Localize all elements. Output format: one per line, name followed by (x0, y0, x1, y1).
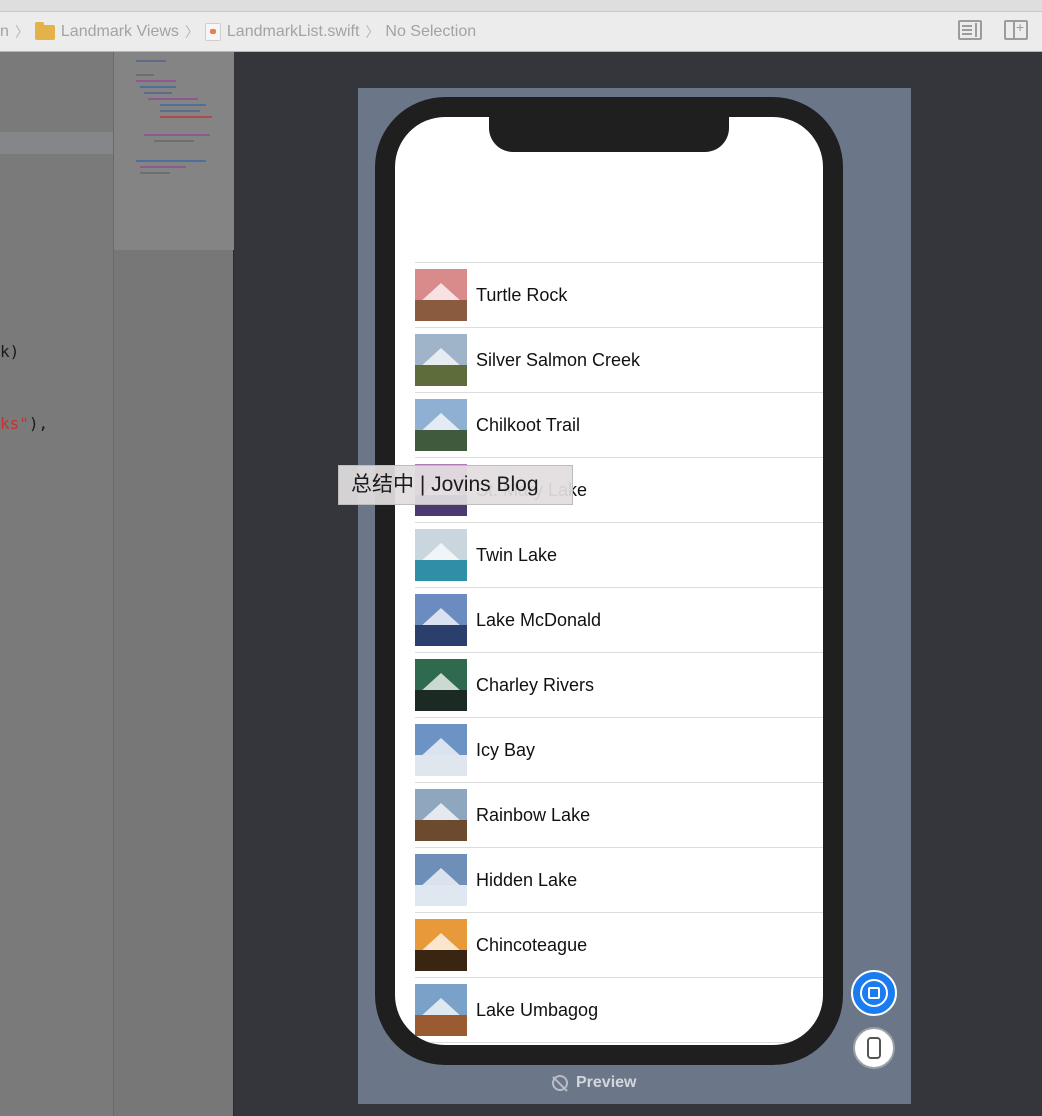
landmark-name: Turtle Rock (476, 285, 568, 305)
landmark-list[interactable]: Turtle Rock Silver Salmon Creek Chilkoot T… (415, 262, 823, 1043)
breadcrumb-item-file[interactable]: LandmarkList.swift (204, 23, 360, 41)
list-item[interactable]: Rainbow Lake (415, 782, 823, 847)
landmark-name: Chilkoot Trail (476, 415, 581, 435)
landmark-name: Lake McDonald (476, 610, 602, 630)
code-editor[interactable]: k) ks"), (0, 52, 113, 1116)
preview-on-device-button[interactable] (853, 1027, 895, 1069)
code-string: ks" (0, 414, 29, 433)
landmark-name: Twin Lake (476, 545, 558, 565)
landmark-thumbnail (415, 789, 467, 841)
landmark-name: Icy Bay (476, 740, 536, 760)
landmark-thumbnail (415, 334, 467, 386)
current-line-highlight (0, 132, 113, 154)
minimap[interactable] (113, 52, 234, 1116)
preview-paused-icon (552, 1075, 568, 1091)
breadcrumb-label: LandmarkList.swift (226, 23, 360, 40)
tooltip: 总结中 | Jovins Blog (338, 465, 573, 505)
iphone-screen[interactable]: Turtle Rock Silver Salmon Creek Chilkoot T… (395, 117, 823, 1045)
list-item[interactable]: Twin Lake (415, 522, 823, 587)
swift-file-icon (204, 23, 221, 41)
landmark-name: Lake Umbagog (476, 1000, 599, 1020)
code-text: ), (28, 414, 49, 433)
live-preview-icon (860, 979, 888, 1007)
code-line: k) (0, 342, 19, 361)
jump-bar: n 〉 Landmark Views 〉 LandmarkList.swift … (0, 0, 1042, 52)
code-text: k) (0, 342, 20, 361)
folder-icon (34, 21, 55, 40)
landmark-name: Rainbow Lake (476, 805, 591, 825)
device-icon (867, 1037, 881, 1059)
landmark-name: Hidden Lake (476, 870, 578, 890)
list-item[interactable]: Turtle Rock (415, 262, 823, 327)
preview-status: Preview (552, 1074, 636, 1092)
landmark-name: Silver Salmon Creek (476, 350, 641, 370)
chevron-right-icon: 〉 (184, 24, 199, 40)
preview-label: Preview (576, 1074, 637, 1091)
breadcrumb-item-selection[interactable]: No Selection (385, 23, 476, 41)
live-preview-button[interactable] (851, 970, 897, 1016)
list-item[interactable]: Silver Salmon Creek (415, 327, 823, 392)
chevron-right-icon: 〉 (365, 24, 380, 40)
list-item[interactable]: Chincoteague (415, 912, 823, 977)
landmark-name: Chincoteague (476, 935, 588, 955)
iphone-notch (489, 116, 729, 152)
list-item[interactable]: Lake Umbagog (415, 977, 823, 1043)
breadcrumb-item-project[interactable]: n (0, 23, 9, 41)
landmark-thumbnail (415, 724, 467, 776)
landmark-thumbnail (415, 594, 467, 646)
tooltip-text: 总结中 | Jovins Blog (351, 473, 539, 496)
list-item[interactable]: Chilkoot Trail (415, 392, 823, 457)
landmark-name: Charley Rivers (476, 675, 595, 695)
breadcrumb-label: Landmark Views (60, 23, 179, 40)
landmark-thumbnail (415, 269, 467, 321)
breadcrumb-label: n (0, 23, 9, 40)
list-item[interactable]: Lake McDonald (415, 587, 823, 652)
landmark-thumbnail (415, 399, 467, 451)
breadcrumb: n 〉 Landmark Views 〉 LandmarkList.swift … (0, 20, 476, 44)
landmark-thumbnail (415, 854, 467, 906)
landmark-thumbnail (415, 919, 467, 971)
breadcrumb-item-folder[interactable]: Landmark Views (34, 21, 179, 41)
code-line: ks"), (0, 414, 48, 433)
landmark-thumbnail (415, 529, 467, 581)
adjust-editor-options-icon[interactable] (958, 20, 982, 40)
editor-controls (958, 19, 1028, 40)
breadcrumb-label: No Selection (385, 23, 477, 40)
list-item[interactable]: Charley Rivers (415, 652, 823, 717)
add-editor-icon[interactable] (1004, 19, 1028, 40)
list-item[interactable]: Hidden Lake (415, 847, 823, 912)
landmark-thumbnail (415, 659, 467, 711)
tab-bar-edge (0, 0, 1042, 12)
chevron-right-icon: 〉 (14, 24, 29, 40)
minimap-visible-region[interactable] (114, 52, 234, 250)
list-item[interactable]: Icy Bay (415, 717, 823, 782)
landmark-thumbnail (415, 984, 467, 1036)
